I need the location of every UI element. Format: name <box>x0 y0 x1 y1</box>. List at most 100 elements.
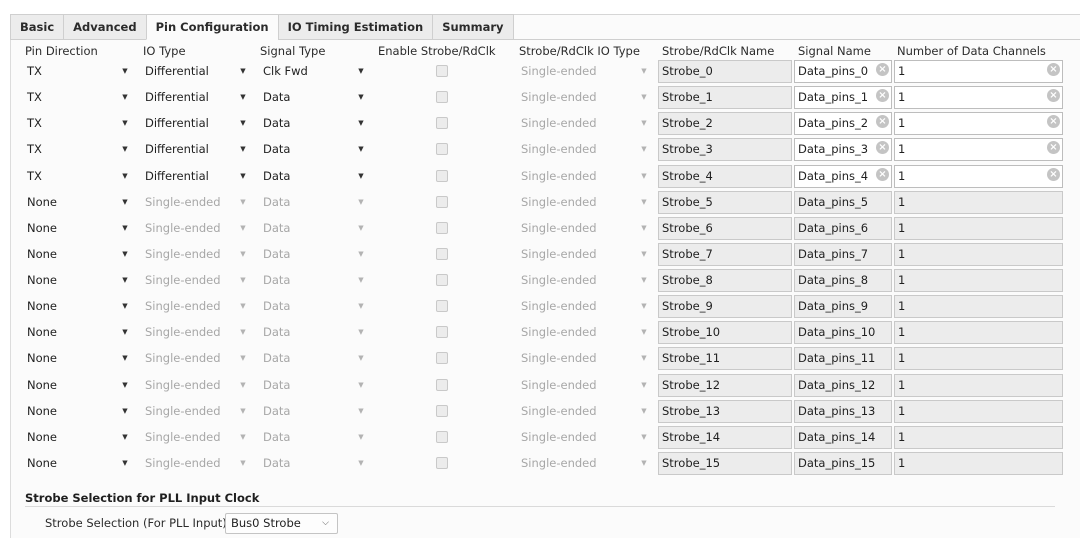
signal-type-select[interactable]: Data ▼ <box>263 166 366 186</box>
signal-type-select[interactable]: Data ▼ <box>263 401 366 421</box>
signal-name-field[interactable]: Data_pins_8 <box>794 269 892 292</box>
signal-name-field[interactable]: Data_pins_11 <box>794 347 892 370</box>
strobe-name-field[interactable]: Strobe_14 <box>658 426 792 449</box>
strobe-name-field[interactable]: Strobe_8 <box>658 269 792 292</box>
strobe-name-field[interactable]: Strobe_9 <box>658 295 792 318</box>
clear-circle-icon[interactable]: × <box>876 89 889 102</box>
strobe-name-field[interactable]: Strobe_13 <box>658 400 792 423</box>
clear-circle-icon[interactable]: × <box>1047 168 1060 181</box>
enable-strobe-checkbox[interactable] <box>436 326 448 338</box>
enable-strobe-checkbox[interactable] <box>436 457 448 469</box>
signal-name-field[interactable]: Data_pins_5 <box>794 191 892 214</box>
enable-strobe-checkbox[interactable] <box>436 91 448 103</box>
signal-type-select[interactable]: Data ▼ <box>263 87 366 107</box>
strobe-io-type-select[interactable]: Single-ended ▼ <box>521 401 649 421</box>
strobe-io-type-select[interactable]: Single-ended ▼ <box>521 322 649 342</box>
signal-name-field[interactable]: Data_pins_15 <box>794 452 892 475</box>
pin-direction-select[interactable]: None ▼ <box>27 192 130 212</box>
enable-strobe-checkbox[interactable] <box>436 196 448 208</box>
pin-direction-select[interactable]: None ▼ <box>27 270 130 290</box>
clear-circle-icon[interactable]: × <box>1047 89 1060 102</box>
signal-type-select[interactable]: Data ▼ <box>263 244 366 264</box>
pin-direction-select[interactable]: TX ▼ <box>27 113 130 133</box>
io-type-select[interactable]: Differential ▼ <box>145 87 248 107</box>
pin-direction-select[interactable]: None ▼ <box>27 427 130 447</box>
strobe-name-field[interactable]: Strobe_10 <box>658 321 792 344</box>
strobe-io-type-select[interactable]: Single-ended ▼ <box>521 113 649 133</box>
clear-circle-icon[interactable]: × <box>1047 115 1060 128</box>
strobe-io-type-select[interactable]: Single-ended ▼ <box>521 427 649 447</box>
enable-strobe-checkbox[interactable] <box>436 431 448 443</box>
pin-direction-select[interactable]: TX ▼ <box>27 87 130 107</box>
tab-pin-configuration[interactable]: Pin Configuration <box>145 14 279 40</box>
strobe-io-type-select[interactable]: Single-ended ▼ <box>521 166 649 186</box>
signal-type-select[interactable]: Data ▼ <box>263 348 366 368</box>
strobe-name-field[interactable]: Strobe_4 <box>658 165 792 188</box>
num-channels-field[interactable]: 1 <box>894 321 1063 344</box>
pin-direction-select[interactable]: None ▼ <box>27 322 130 342</box>
enable-strobe-checkbox[interactable] <box>436 405 448 417</box>
io-type-select[interactable]: Single-ended ▼ <box>145 244 248 264</box>
num-channels-field[interactable]: 1 <box>894 138 1063 161</box>
enable-strobe-checkbox[interactable] <box>436 117 448 129</box>
strobe-name-field[interactable]: Strobe_12 <box>658 374 792 397</box>
num-channels-field[interactable]: 1 <box>894 374 1063 397</box>
strobe-name-field[interactable]: Strobe_3 <box>658 138 792 161</box>
strobe-name-field[interactable]: Strobe_5 <box>658 191 792 214</box>
pin-direction-select[interactable]: None ▼ <box>27 348 130 368</box>
strobe-name-field[interactable]: Strobe_2 <box>658 112 792 135</box>
num-channels-field[interactable]: 1 <box>894 217 1063 240</box>
clear-circle-icon[interactable]: × <box>1047 63 1060 76</box>
signal-type-select[interactable]: Data ▼ <box>263 270 366 290</box>
pin-direction-select[interactable]: None ▼ <box>27 244 130 264</box>
strobe-io-type-select[interactable]: Single-ended ▼ <box>521 453 649 473</box>
strobe-io-type-select[interactable]: Single-ended ▼ <box>521 375 649 395</box>
strobe-name-field[interactable]: Strobe_7 <box>658 243 792 266</box>
clear-circle-icon[interactable]: × <box>876 115 889 128</box>
strobe-name-field[interactable]: Strobe_6 <box>658 217 792 240</box>
strobe-name-field[interactable]: Strobe_1 <box>658 86 792 109</box>
strobe-io-type-select[interactable]: Single-ended ▼ <box>521 139 649 159</box>
io-type-select[interactable]: Single-ended ▼ <box>145 192 248 212</box>
strobe-name-field[interactable]: Strobe_15 <box>658 452 792 475</box>
io-type-select[interactable]: Single-ended ▼ <box>145 322 248 342</box>
signal-name-field[interactable]: Data_pins_13 <box>794 400 892 423</box>
enable-strobe-checkbox[interactable] <box>436 222 448 234</box>
signal-type-select[interactable]: Data ▼ <box>263 192 366 212</box>
io-type-select[interactable]: Differential ▼ <box>145 166 248 186</box>
pin-direction-select[interactable]: None ▼ <box>27 296 130 316</box>
io-type-select[interactable]: Single-ended ▼ <box>145 270 248 290</box>
num-channels-field[interactable]: 1 <box>894 295 1063 318</box>
tab-basic[interactable]: Basic <box>10 14 65 40</box>
pin-direction-select[interactable]: None ▼ <box>27 401 130 421</box>
signal-name-field[interactable]: Data_pins_12 <box>794 374 892 397</box>
tab-advanced[interactable]: Advanced <box>63 14 147 40</box>
num-channels-field[interactable]: 1 <box>894 191 1063 214</box>
pin-direction-select[interactable]: None ▼ <box>27 375 130 395</box>
num-channels-field[interactable]: 1 <box>894 269 1063 292</box>
strobe-io-type-select[interactable]: Single-ended ▼ <box>521 87 649 107</box>
tab-io-timing-estimation[interactable]: IO Timing Estimation <box>277 14 434 40</box>
io-type-select[interactable]: Single-ended ▼ <box>145 401 248 421</box>
num-channels-field[interactable]: 1 <box>894 112 1063 135</box>
num-channels-field[interactable]: 1 <box>894 243 1063 266</box>
io-type-select[interactable]: Single-ended ▼ <box>145 427 248 447</box>
clear-circle-icon[interactable]: × <box>1047 141 1060 154</box>
signal-type-select[interactable]: Data ▼ <box>263 139 366 159</box>
signal-name-field[interactable]: Data_pins_9 <box>794 295 892 318</box>
strobe-name-field[interactable]: Strobe_11 <box>658 347 792 370</box>
num-channels-field[interactable]: 1 <box>894 86 1063 109</box>
io-type-select[interactable]: Single-ended ▼ <box>145 348 248 368</box>
io-type-select[interactable]: Differential ▼ <box>145 113 248 133</box>
signal-type-select[interactable]: Data ▼ <box>263 322 366 342</box>
enable-strobe-checkbox[interactable] <box>436 143 448 155</box>
io-type-select[interactable]: Single-ended ▼ <box>145 453 248 473</box>
signal-name-field[interactable]: Data_pins_10 <box>794 321 892 344</box>
pin-direction-select[interactable]: TX ▼ <box>27 61 130 81</box>
strobe-io-type-select[interactable]: Single-ended ▼ <box>521 270 649 290</box>
pin-direction-select[interactable]: None ▼ <box>27 453 130 473</box>
strobe-io-type-select[interactable]: Single-ended ▼ <box>521 244 649 264</box>
signal-type-select[interactable]: Data ▼ <box>263 113 366 133</box>
strobe-io-type-select[interactable]: Single-ended ▼ <box>521 348 649 368</box>
pin-direction-select[interactable]: TX ▼ <box>27 166 130 186</box>
